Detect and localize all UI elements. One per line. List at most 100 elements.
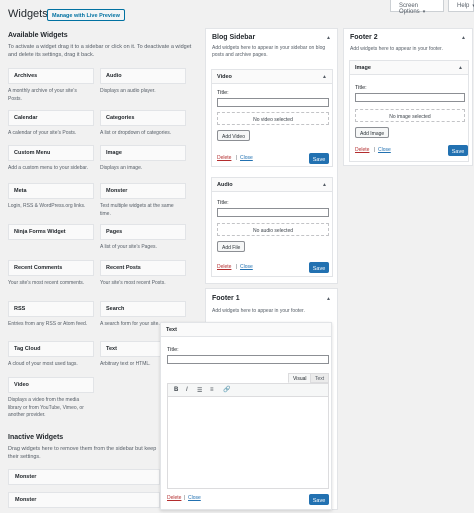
collapse-icon[interactable]: ▲: [458, 65, 463, 71]
widget-tile-rss[interactable]: RSS: [8, 301, 94, 317]
widget-description: A cloud of your most used tags.: [8, 361, 78, 367]
widget-description: Displays an audio player.: [100, 88, 156, 94]
image-title-input[interactable]: [355, 93, 465, 102]
bold-icon[interactable]: B: [174, 387, 178, 393]
video-widget-header[interactable]: Video ▲: [212, 70, 332, 84]
save-button[interactable]: Save: [309, 153, 329, 164]
video-title-input[interactable]: [217, 98, 329, 107]
widget-tile-pages[interactable]: Pages: [100, 224, 186, 240]
video-placeholder: No video selected: [217, 112, 329, 125]
link-icon[interactable]: 🔗: [223, 386, 230, 393]
widget-tile-calendar[interactable]: Calendar: [8, 110, 94, 126]
collapse-icon[interactable]: ▲: [461, 35, 466, 41]
add-file-button[interactable]: Add File: [217, 241, 246, 252]
live-preview-button[interactable]: Manage with Live Preview: [47, 9, 125, 21]
save-button[interactable]: Save: [309, 494, 329, 505]
italic-icon[interactable]: I: [186, 387, 188, 393]
widget-description: Add a custom menu to your sidebar.: [8, 165, 89, 171]
widget-tile-video[interactable]: Video: [8, 377, 94, 393]
widget-tile-categories[interactable]: Categories: [100, 110, 186, 126]
title-label: Title:: [167, 347, 179, 353]
screen-options-button[interactable]: Screen Options ▾: [390, 0, 444, 15]
blog-sidebar-panel: Blog Sidebar ▲ Add widgets here to appea…: [205, 28, 338, 284]
editor-content[interactable]: [167, 397, 329, 489]
close-link[interactable]: Close: [240, 155, 253, 161]
audio-widget-header[interactable]: Audio ▲: [212, 178, 332, 192]
link-separator: |: [184, 495, 186, 501]
widget-tile-ninja-forms-widget[interactable]: Ninja Forms Widget: [8, 224, 94, 240]
widget-tile-search[interactable]: Search: [100, 301, 186, 317]
tab-visual[interactable]: Visual: [288, 373, 312, 383]
add-video-button[interactable]: Add Video: [217, 130, 250, 141]
audio-widget-title: Audio: [217, 182, 233, 188]
add-image-button[interactable]: Add Image: [355, 127, 390, 138]
widget-tile-recent-comments[interactable]: Recent Comments: [8, 260, 94, 276]
inactive-widget-monster[interactable]: Monster: [8, 492, 160, 508]
screen-options-label: Screen Options: [399, 3, 420, 15]
collapse-icon[interactable]: ▲: [322, 182, 327, 188]
collapse-icon[interactable]: ▲: [322, 74, 327, 80]
widget-description: Your site’s most recent Posts.: [100, 280, 166, 286]
image-widget-title: Image: [355, 65, 371, 71]
widget-tile-image[interactable]: Image: [100, 145, 186, 161]
title-label: Title:: [355, 85, 367, 91]
audio-widget: Audio ▲ Title: No audio selected Add Fil…: [211, 177, 333, 277]
delete-link[interactable]: Delete: [355, 147, 369, 153]
link-separator: |: [374, 147, 376, 153]
inactive-widgets-description: Drag widgets here to remove them from th…: [8, 446, 157, 460]
close-link[interactable]: Close: [378, 147, 391, 153]
image-placeholder: No image selected: [355, 109, 465, 122]
available-widgets-title: Available Widgets: [8, 32, 68, 39]
editor-toolbar: B I ☰ ≡ 🔗: [167, 383, 329, 397]
footer-2-panel: Footer 2 ▲ Add widgets here to appear in…: [343, 28, 473, 166]
save-button[interactable]: Save: [309, 262, 329, 273]
collapse-icon[interactable]: ▲: [326, 35, 331, 41]
widget-description: A monthly archive of your site’s Posts.: [8, 88, 77, 102]
audio-placeholder: No audio selected: [217, 223, 329, 236]
inactive-widgets-title: Inactive Widgets: [8, 434, 64, 441]
widget-description: Your site’s most recent comments.: [8, 280, 85, 286]
close-link[interactable]: Close: [188, 495, 201, 501]
delete-link[interactable]: Delete: [217, 264, 231, 270]
image-widget: Image ▲ Title: No image selected Add Ima…: [349, 60, 469, 162]
close-link[interactable]: Close: [240, 264, 253, 270]
collapse-icon[interactable]: ▲: [326, 296, 331, 302]
save-button[interactable]: Save: [448, 145, 468, 156]
page-title: Widgets: [8, 8, 48, 20]
text-widget-header[interactable]: Text: [161, 323, 331, 337]
widget-tile-tag-cloud[interactable]: Tag Cloud: [8, 341, 94, 357]
bulleted-list-icon[interactable]: ☰: [197, 387, 202, 394]
delete-link[interactable]: Delete: [167, 495, 181, 501]
widget-tile-meta[interactable]: Meta: [8, 183, 94, 199]
audio-title-input[interactable]: [217, 208, 329, 217]
blog-sidebar-title[interactable]: Blog Sidebar: [212, 34, 255, 41]
link-separator: |: [236, 155, 238, 161]
available-widgets-description: To activate a widget drag it to a sideba…: [8, 44, 192, 58]
inactive-widget-monster[interactable]: Monster: [8, 469, 160, 485]
widget-tile-recent-posts[interactable]: Recent Posts: [100, 260, 186, 276]
widget-tile-monster[interactable]: Monster: [100, 183, 186, 199]
widget-tile-custom-menu[interactable]: Custom Menu: [8, 145, 94, 161]
footer-2-description: Add widgets here to appear in your foote…: [350, 46, 443, 52]
blog-sidebar-description: Add widgets here to appear in your sideb…: [212, 45, 326, 58]
widget-tile-audio[interactable]: Audio: [100, 68, 186, 84]
text-widget: Text Title: Visual Text B I ☰ ≡ 🔗 Delete…: [160, 322, 332, 510]
widget-description: Displays an image.: [100, 165, 143, 171]
delete-link[interactable]: Delete: [217, 155, 231, 161]
footer-2-title[interactable]: Footer 2: [350, 34, 378, 41]
footer-1-description: Add widgets here to appear in your foote…: [212, 308, 305, 314]
help-button[interactable]: Help ▾: [448, 0, 474, 12]
numbered-list-icon[interactable]: ≡: [210, 387, 214, 393]
widget-description: A list of your site’s Pages.: [100, 244, 157, 250]
widget-tile-archives[interactable]: Archives: [8, 68, 94, 84]
text-title-input[interactable]: [167, 355, 329, 364]
footer-1-title[interactable]: Footer 1: [212, 295, 240, 302]
widget-description: Login, RSS & WordPress.org links.: [8, 203, 86, 209]
help-label: Help: [457, 3, 470, 9]
image-widget-header[interactable]: Image ▲: [350, 61, 468, 75]
widget-description: Test multiple widgets at the same time.: [100, 203, 174, 217]
widget-description: A calendar of your site’s Posts.: [8, 130, 77, 136]
tab-text[interactable]: Text: [310, 373, 330, 383]
widget-description: Entries from any RSS or Atom feed.: [8, 321, 88, 327]
title-label: Title:: [217, 200, 229, 206]
